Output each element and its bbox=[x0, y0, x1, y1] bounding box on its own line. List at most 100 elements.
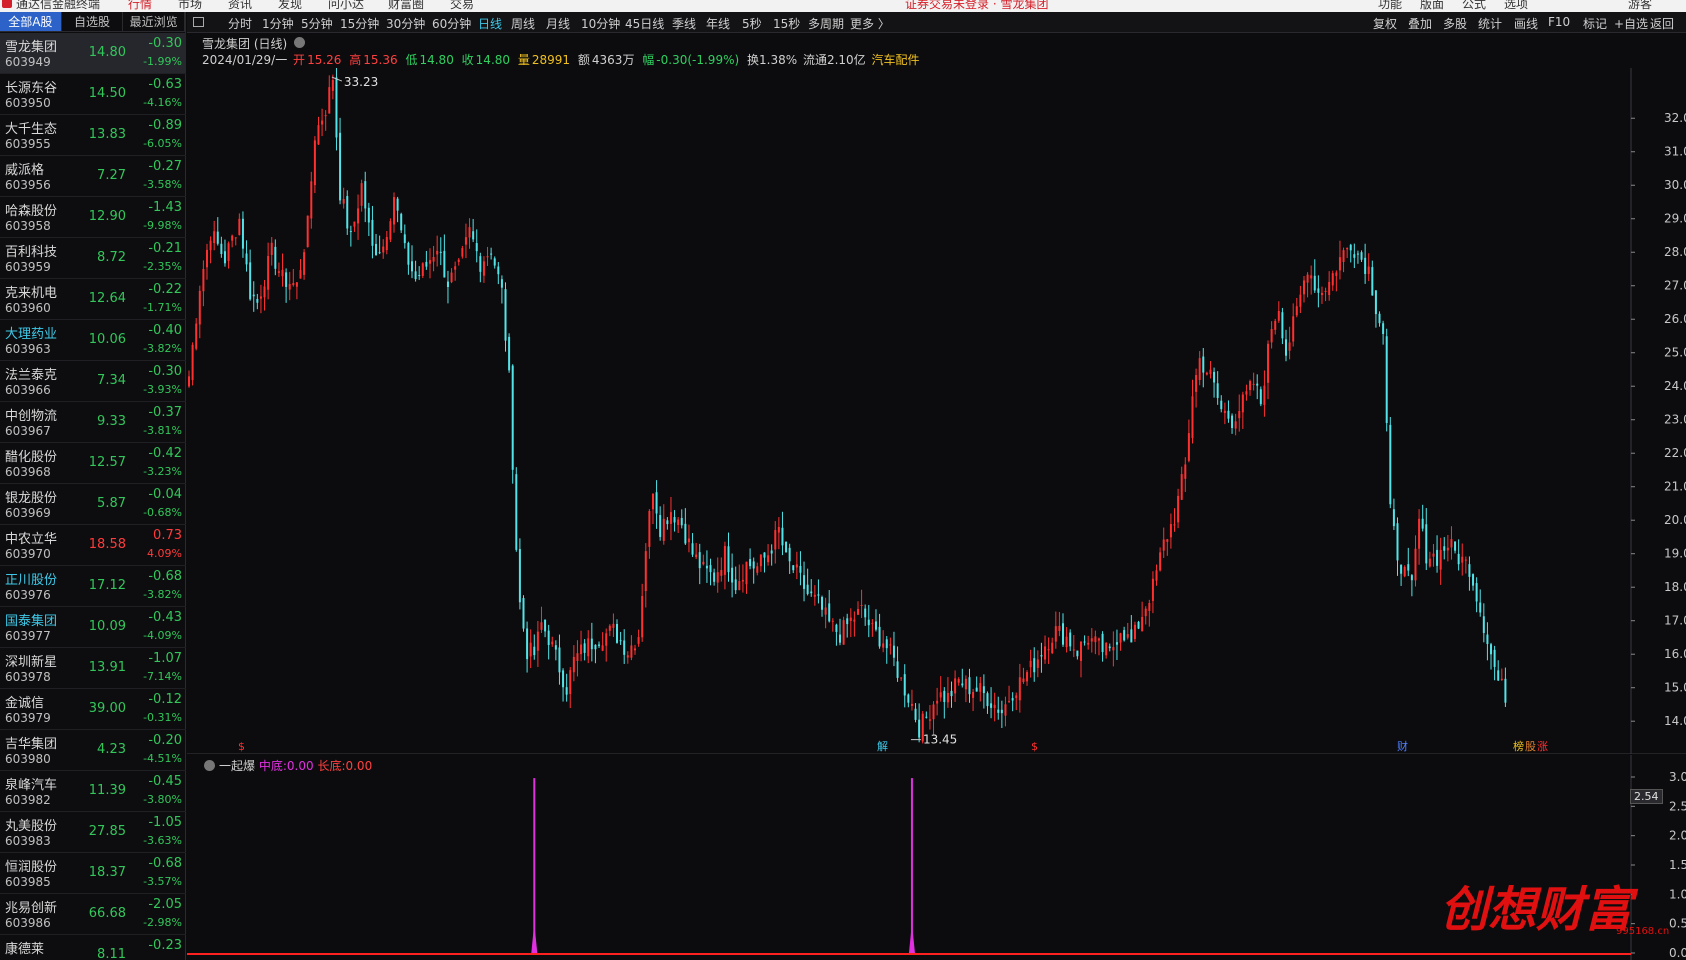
stock-row[interactable]: 深圳新星 603978 13.91 -1.07 -7.14% bbox=[0, 648, 186, 689]
period-button[interactable]: 10分钟 bbox=[581, 15, 620, 32]
period-button[interactable]: 季线 bbox=[672, 15, 696, 32]
candle-body bbox=[1338, 257, 1341, 271]
event-marker-dividend-2[interactable]: $ bbox=[1030, 740, 1039, 753]
toolbar-right-button[interactable]: F10 bbox=[1548, 15, 1570, 29]
tab-recent[interactable]: 最近浏览 bbox=[123, 12, 186, 31]
candle-body bbox=[759, 554, 762, 567]
stock-name: 百利科技 bbox=[5, 245, 58, 260]
stock-row[interactable]: 康德莱 8.11 -0.23 bbox=[0, 935, 186, 960]
candle-body bbox=[1015, 695, 1018, 699]
stock-row[interactable]: 恒润股份 603985 18.37 -0.68 -3.57% bbox=[0, 853, 186, 894]
candle-body bbox=[839, 634, 842, 643]
stock-row[interactable]: 长源东谷 603950 14.50 -0.63 -4.16% bbox=[0, 74, 186, 115]
menu-discover[interactable]: 发现 bbox=[278, 0, 302, 12]
menu-function[interactable]: 功能 bbox=[1378, 0, 1402, 12]
stock-row[interactable]: 大理药业 603963 10.06 -0.40 -3.82% bbox=[0, 320, 186, 361]
period-button[interactable]: 月线 bbox=[546, 15, 570, 32]
toolbar-right-button[interactable]: 多股 bbox=[1443, 15, 1467, 32]
stock-change: -0.42 bbox=[148, 446, 182, 461]
period-button[interactable]: 多周期 bbox=[808, 15, 844, 32]
candle-body bbox=[1033, 658, 1036, 673]
stock-row[interactable]: 中农立华 603970 18.58 0.73 4.09% bbox=[0, 525, 186, 566]
period-button[interactable]: 5分钟 bbox=[301, 15, 333, 32]
candle-body bbox=[1108, 646, 1111, 649]
event-marker-unlock[interactable]: 解 bbox=[876, 740, 889, 753]
stock-code: 603977 bbox=[5, 629, 51, 643]
stock-row[interactable]: 正川股份 603976 17.12 -0.68 -3.82% bbox=[0, 566, 186, 607]
stock-name: 醋化股份 bbox=[5, 450, 58, 465]
period-button[interactable]: 15分钟 bbox=[340, 15, 379, 32]
menu-market[interactable]: 市场 bbox=[178, 0, 202, 12]
stock-row[interactable]: 兆易创新 603986 66.68 -2.05 -2.98% bbox=[0, 894, 186, 935]
stock-row[interactable]: 吉华集团 603980 4.23 -0.20 -4.51% bbox=[0, 730, 186, 771]
chart-dropdown-icon[interactable] bbox=[294, 37, 305, 48]
stock-row[interactable]: 醋化股份 603968 12.57 -0.42 -3.23% bbox=[0, 443, 186, 484]
stock-row[interactable]: 雪龙集团 603949 14.80 -0.30 -1.99% bbox=[0, 33, 186, 74]
menu-ask[interactable]: 问小达 bbox=[328, 0, 364, 12]
stock-row[interactable]: 法兰泰克 603966 7.34 -0.30 -3.93% bbox=[0, 361, 186, 402]
menu-layout[interactable]: 版面 bbox=[1420, 0, 1444, 12]
period-button[interactable]: 45日线 bbox=[625, 15, 664, 32]
candle-body bbox=[1374, 290, 1377, 315]
stock-row[interactable]: 泉峰汽车 603982 11.39 -0.45 -3.80% bbox=[0, 771, 186, 812]
period-button[interactable]: 60分钟 bbox=[432, 15, 471, 32]
info-sector[interactable]: 汽车配件 bbox=[872, 53, 920, 67]
event-marker-finance[interactable]: 财 bbox=[1396, 740, 1409, 753]
toolbar-right-button[interactable]: 叠加 bbox=[1408, 15, 1432, 32]
menu-options[interactable]: 选项 bbox=[1504, 0, 1528, 12]
tab-watchlist[interactable]: 自选股 bbox=[62, 12, 124, 31]
indicator-name[interactable]: 一起爆 bbox=[219, 759, 255, 773]
indicator-dropdown-icon[interactable] bbox=[204, 760, 215, 771]
toolbar-right-button[interactable]: 标记 bbox=[1583, 15, 1607, 32]
info-high: 高 15.36 bbox=[349, 53, 398, 67]
candle-body bbox=[1364, 257, 1367, 274]
stock-row[interactable]: 百利科技 603959 8.72 -0.21 -2.35% bbox=[0, 238, 186, 279]
period-button[interactable]: 分时 bbox=[228, 15, 252, 32]
event-marker-dividend[interactable]: $ bbox=[237, 740, 246, 753]
candle-body bbox=[1076, 650, 1079, 657]
stock-row[interactable]: 中创物流 603967 9.33 -0.37 -3.81% bbox=[0, 402, 186, 443]
menu-wealth[interactable]: 财富圈 bbox=[388, 0, 424, 12]
period-button[interactable]: 周线 bbox=[511, 15, 535, 32]
period-button[interactable]: 1分钟 bbox=[262, 15, 294, 32]
stock-row[interactable]: 国泰集团 603977 10.09 -0.43 -4.09% bbox=[0, 607, 186, 648]
candle-body bbox=[400, 213, 403, 231]
stock-row[interactable]: 丸美股份 603983 27.85 -1.05 -3.63% bbox=[0, 812, 186, 853]
period-button[interactable]: 5秒 bbox=[742, 15, 762, 32]
candle-body bbox=[612, 623, 615, 628]
toolbar-right-button[interactable]: 返回 bbox=[1650, 15, 1674, 32]
info-float-cap: 流通2.10亿 bbox=[802, 53, 866, 67]
tab-all-a-shares[interactable]: 全部A股 bbox=[0, 12, 62, 31]
period-button[interactable]: 日线 bbox=[478, 15, 502, 32]
period-button[interactable]: 15秒 bbox=[773, 15, 800, 32]
toolbar-right-button[interactable]: 统计 bbox=[1478, 15, 1502, 32]
price-tick-label: 21.00 bbox=[1664, 480, 1686, 494]
stock-row[interactable]: 威派格 603956 7.27 -0.27 -3.58% bbox=[0, 156, 186, 197]
menu-quotes[interactable]: 行情 bbox=[128, 0, 152, 12]
period-button[interactable]: 30分钟 bbox=[386, 15, 425, 32]
stock-row[interactable]: 克来机电 603960 12.64 -0.22 -1.71% bbox=[0, 279, 186, 320]
candle-body bbox=[277, 271, 280, 273]
app-logo-icon bbox=[2, 0, 12, 8]
stock-row[interactable]: 哈森股份 603958 12.90 -1.43 -9.98% bbox=[0, 197, 186, 238]
stock-row[interactable]: 金诚信 603979 39.00 -0.12 -0.31% bbox=[0, 689, 186, 730]
panel-toggle-icon[interactable] bbox=[193, 17, 204, 27]
candle-body bbox=[1267, 343, 1270, 383]
candle-body bbox=[241, 218, 244, 249]
info-close: 收 14.80 bbox=[461, 53, 511, 67]
menu-news[interactable]: 资讯 bbox=[228, 0, 252, 12]
stock-row[interactable]: 大千生态 603955 13.83 -0.89 -6.05% bbox=[0, 115, 186, 156]
toolbar-right-button[interactable]: 复权 bbox=[1373, 15, 1397, 32]
event-marker-limit-up[interactable]: 涨 bbox=[1536, 740, 1549, 753]
candlestick-chart[interactable]: 32.00 31.00 30.00 29.00 28.00 27.00 26.00 25.00… bbox=[187, 68, 1686, 754]
stock-row[interactable]: 银龙股份 603969 5.87 -0.04 -0.68% bbox=[0, 484, 186, 525]
menu-formula[interactable]: 公式 bbox=[1462, 0, 1486, 12]
menu-guest[interactable]: 游客 bbox=[1628, 0, 1652, 12]
menu-trade[interactable]: 交易 bbox=[450, 0, 474, 12]
toolbar-right-button[interactable]: 画线 bbox=[1514, 15, 1538, 32]
candle-body bbox=[443, 250, 446, 278]
period-button[interactable]: 年线 bbox=[706, 15, 730, 32]
period-button[interactable]: 更多 〉 bbox=[850, 15, 890, 32]
toolbar-right-button[interactable]: +自选 bbox=[1614, 15, 1648, 32]
candle-body bbox=[1141, 616, 1144, 632]
